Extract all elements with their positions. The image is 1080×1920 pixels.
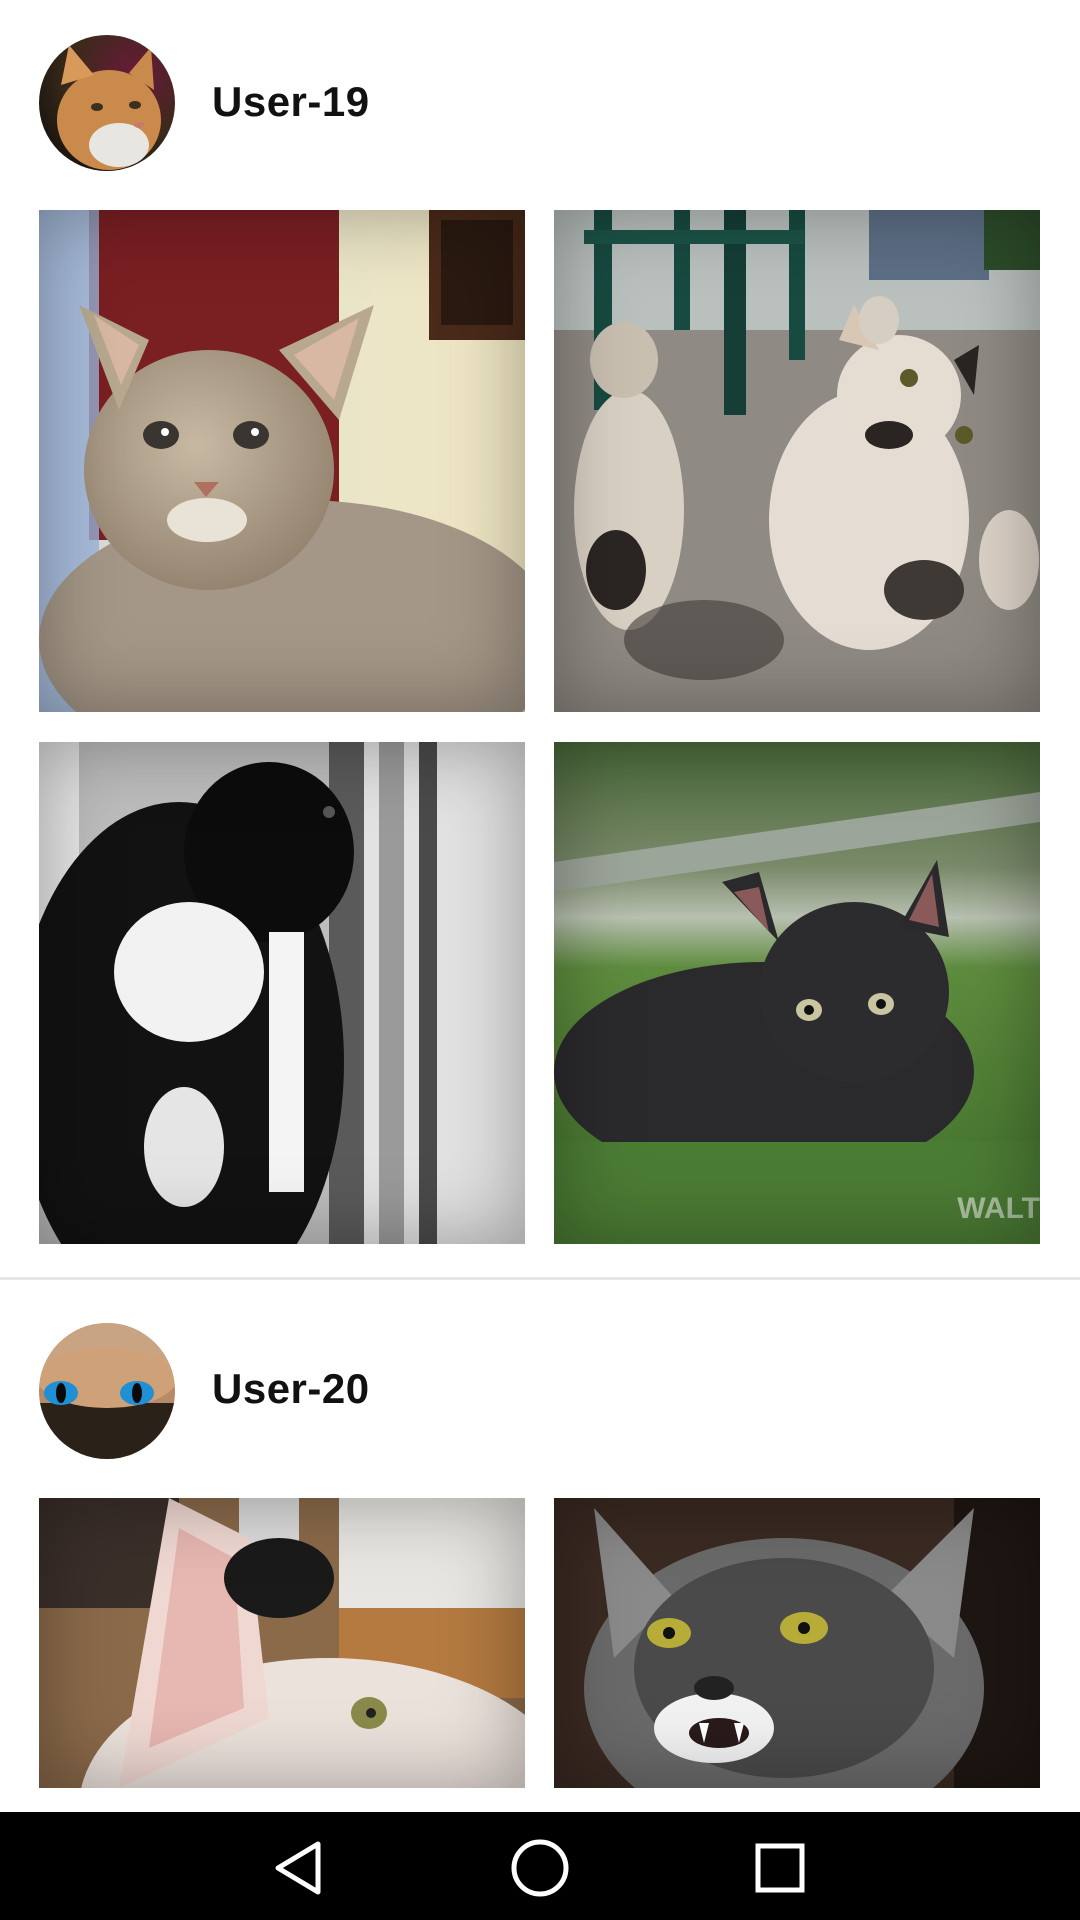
black-kitten-image <box>554 742 1040 1244</box>
white-cat-closeup-image <box>39 1498 525 1788</box>
post-header: User-19 <box>0 0 1080 210</box>
user-avatar[interactable] <box>39 1323 175 1459</box>
home-circle-icon <box>511 1839 569 1897</box>
post-photo[interactable] <box>39 210 525 712</box>
post-card: User-20 <box>0 1289 1080 1809</box>
username[interactable]: User-19 <box>212 78 370 126</box>
blue-eyed-cat-avatar-icon <box>39 1323 175 1459</box>
back-button[interactable] <box>268 1836 332 1900</box>
post-photo[interactable] <box>39 1498 525 1788</box>
recents-button[interactable] <box>748 1836 812 1900</box>
tabby-kitten-image <box>39 210 525 712</box>
black-white-cat-image <box>39 742 525 1244</box>
post-photo[interactable] <box>39 742 525 1244</box>
feed-list[interactable]: User-19 WALT User-20 <box>0 0 1080 1812</box>
calico-cats-image <box>554 210 1040 712</box>
user-avatar[interactable] <box>39 35 175 171</box>
home-button[interactable] <box>508 1836 572 1900</box>
orange-cat-avatar-icon <box>39 35 175 171</box>
photo-watermark: WALT <box>957 1192 1040 1225</box>
username[interactable]: User-20 <box>212 1365 370 1413</box>
post-photo[interactable]: WALT <box>554 742 1040 1244</box>
back-triangle-icon <box>275 1841 321 1895</box>
system-navigation-bar <box>0 1812 1080 1920</box>
post-photo[interactable] <box>554 210 1040 712</box>
post-divider <box>0 1277 1080 1280</box>
recents-square-icon <box>755 1843 805 1893</box>
post-card: User-19 WALT <box>0 0 1080 1277</box>
post-header: User-20 <box>0 1289 1080 1499</box>
grey-tabby-image <box>554 1498 1040 1788</box>
post-photo[interactable] <box>554 1498 1040 1788</box>
